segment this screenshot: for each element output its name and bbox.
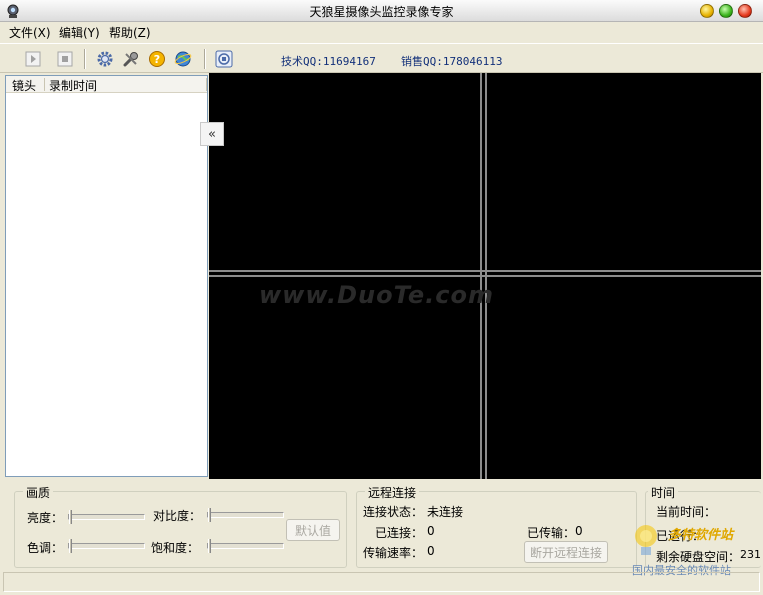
gear-icon	[97, 51, 113, 67]
collapse-panel-button[interactable]: «	[200, 122, 224, 146]
menu-edit[interactable]: 编辑(Y)	[59, 24, 100, 41]
default-button[interactable]: 默认值	[286, 519, 340, 541]
group-title: 画质	[23, 484, 54, 501]
contrast-label: 对比度：	[153, 509, 202, 523]
video-grid[interactable]: www.DuoTe.com	[209, 73, 761, 479]
slider-thumb[interactable]	[208, 508, 211, 522]
globe-icon	[174, 51, 192, 67]
help-button[interactable]: ?	[146, 48, 168, 70]
slider-thumb[interactable]	[69, 510, 72, 524]
saturation-label: 饱和度：	[151, 541, 200, 555]
stop-button[interactable]	[54, 48, 76, 70]
slider-thumb[interactable]	[69, 539, 72, 553]
column-camera[interactable]: 镜头	[12, 77, 36, 94]
help-icon: ?	[149, 51, 165, 67]
watermark-text: www.DuoTe.com	[259, 281, 494, 309]
column-separator	[206, 78, 207, 91]
brightness-slider[interactable]	[68, 510, 145, 524]
web-button[interactable]	[172, 48, 194, 70]
menu-help[interactable]: 帮助(Z)	[109, 24, 151, 41]
menu-bar: 文件(X) 编辑(Y) 帮助(Z)	[0, 22, 763, 42]
window-title: 天狼星摄像头监控录像专家	[309, 5, 454, 19]
logo-text-main: 多特软件站	[668, 528, 734, 543]
close-button[interactable]	[738, 4, 752, 18]
disconnect-remote-button[interactable]: 断开远程连接	[524, 541, 608, 563]
bulb-logo-icon	[635, 525, 657, 555]
play-icon	[25, 51, 41, 67]
connection-status-label: 连接状态：	[363, 505, 424, 519]
about-button[interactable]	[213, 48, 235, 70]
list-header: 镜头 录制时间	[6, 76, 207, 93]
tools-button[interactable]	[120, 48, 142, 70]
hue-slider[interactable]	[68, 539, 145, 553]
info-icon	[215, 50, 233, 68]
connected-value: 0	[427, 524, 435, 538]
contrast-slider[interactable]	[207, 508, 284, 522]
saturation-slider[interactable]	[207, 539, 284, 553]
app-window: 天狼星摄像头监控录像专家 文件(X) 编辑(Y) 帮助(Z) ? 技术QQ:11…	[0, 0, 763, 595]
picture-quality-group: 画质 亮度： 对比度： 色调： 饱和度： 默认值	[14, 484, 347, 568]
remote-connection-group: 远程连接 连接状态： 未连接 已连接： 0 已传输： 0 传输速率： 0 断开远…	[356, 484, 637, 568]
maximize-button[interactable]	[719, 4, 733, 18]
title-bar: 天狼星摄像头监控录像专家	[0, 0, 763, 22]
tech-qq-text: 技术QQ:11694167	[281, 55, 376, 68]
transfer-rate-value: 0	[427, 544, 435, 558]
double-chevron-left-icon: «	[208, 126, 216, 142]
wrench-icon	[123, 52, 138, 67]
grid-divider-horizontal	[209, 270, 761, 278]
site-logo-watermark: 多特软件站 国内最安全的软件站	[628, 520, 760, 578]
sales-qq-text: 销售QQ:178046113	[401, 55, 503, 68]
brightness-label: 亮度：	[27, 511, 64, 525]
current-time-label: 当前时间：	[656, 505, 717, 519]
settings-button[interactable]	[94, 48, 116, 70]
toolbar: ? 技术QQ:11694167 销售QQ:178046113	[0, 43, 763, 73]
group-title: 远程连接	[365, 484, 420, 501]
toolbar-separator	[204, 49, 206, 69]
connected-label: 已连接：	[375, 526, 424, 540]
minimize-button[interactable]	[700, 4, 714, 18]
connection-status-value: 未连接	[427, 505, 464, 519]
camera-list[interactable]: 镜头 录制时间	[5, 75, 208, 477]
status-bar	[3, 572, 760, 592]
transfer-rate-label: 传输速率：	[363, 546, 424, 560]
stop-icon	[57, 51, 73, 67]
transferred-value: 0	[575, 524, 583, 538]
slider-thumb[interactable]	[208, 539, 211, 553]
toolbar-separator	[84, 49, 86, 69]
menu-file[interactable]: 文件(X)	[9, 24, 51, 41]
group-title: 时间	[648, 484, 679, 501]
hue-label: 色调：	[27, 541, 64, 555]
play-button[interactable]	[22, 48, 44, 70]
column-record-time[interactable]: 录制时间	[49, 77, 97, 94]
transferred-label: 已传输：	[527, 526, 576, 540]
svg-text:?: ?	[154, 53, 160, 66]
column-separator	[44, 78, 45, 91]
